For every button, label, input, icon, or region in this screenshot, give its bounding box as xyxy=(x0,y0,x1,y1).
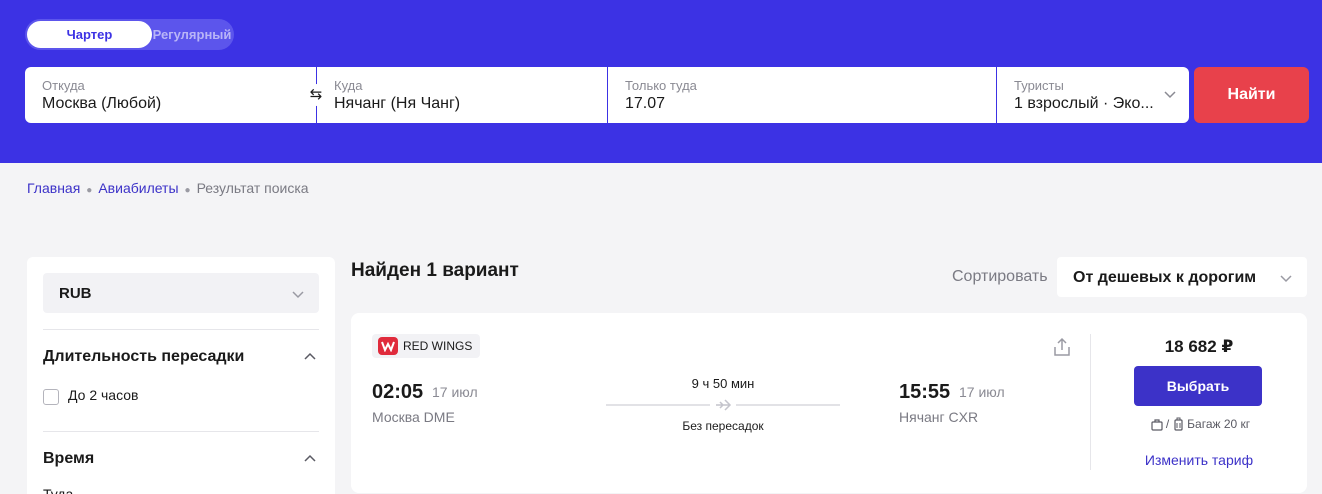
luggage-icon xyxy=(1174,417,1183,431)
swap-icon[interactable]: ⇆ xyxy=(305,84,327,106)
divider xyxy=(43,431,319,432)
time-filter-title[interactable]: Время xyxy=(43,450,94,468)
flight-type-toggle: Чартер Регулярный xyxy=(25,19,234,50)
tourists-field[interactable]: Туристы 1 взрослый · Эко... xyxy=(996,67,1189,123)
tourists-label: Туристы xyxy=(1014,78,1064,93)
flight-price: 18 682 ₽ xyxy=(1164,337,1234,356)
bag-icon xyxy=(1151,419,1163,431)
change-tariff-link[interactable]: Изменить тариф xyxy=(1091,452,1307,468)
departure-date: 17 июл xyxy=(432,384,478,400)
date-field[interactable]: Только туда 17.07 xyxy=(607,67,996,123)
sort-select[interactable]: От дешевых к дорогим xyxy=(1057,257,1307,297)
chevron-up-icon[interactable] xyxy=(303,350,317,364)
arrival-date: 17 июл xyxy=(959,384,1005,400)
currency-value: RUB xyxy=(59,285,92,302)
breadcrumb: Главная ● Авиабилеты ● Результат поиска xyxy=(27,180,309,196)
toggle-regular[interactable]: Регулярный xyxy=(152,21,232,48)
airline-logo-icon xyxy=(378,337,398,355)
breadcrumb-separator: ● xyxy=(86,185,93,196)
transfer-option-label[interactable]: До 2 часов xyxy=(68,387,138,403)
breadcrumb-current: Результат поиска xyxy=(196,180,309,196)
results-title: Найден 1 вариант xyxy=(351,260,519,281)
toggle-charter[interactable]: Чартер xyxy=(27,21,152,48)
baggage-info: / Багаж 20 кг xyxy=(1091,417,1307,431)
to-label: Куда xyxy=(334,78,363,93)
breadcrumb-home[interactable]: Главная xyxy=(27,180,80,196)
flight-duration: 9 ч 50 мин xyxy=(691,376,755,391)
stops-info: Без пересадок xyxy=(682,419,764,433)
find-button[interactable]: Найти xyxy=(1194,67,1309,123)
to-value: Нячанг (Ня Чанг) xyxy=(334,95,461,112)
airline-badge: RED WINGS xyxy=(372,334,481,358)
tourists-value: 1 взрослый · Эко... xyxy=(1014,95,1154,112)
time-sub-label: Туда xyxy=(43,486,74,494)
search-bar: Откуда Москва (Любой) ⇆ Куда Нячанг (Ня … xyxy=(25,67,1189,123)
arrival-city: Нячанг CXR xyxy=(899,409,979,425)
chevron-up-icon[interactable] xyxy=(303,452,317,466)
divider xyxy=(43,329,319,330)
from-value: Москва (Любой) xyxy=(42,95,162,112)
currency-select[interactable]: RUB xyxy=(43,273,319,313)
flight-card: RED WINGS 02:05 17 июл Москва DME 9 ч 50… xyxy=(351,313,1307,493)
departure-time: 02:05 xyxy=(372,381,424,403)
transfer-filter-title[interactable]: Длительность пересадки xyxy=(43,348,244,366)
search-header: Чартер Регулярный Откуда Москва (Любой) … xyxy=(0,0,1322,163)
transfer-checkbox[interactable] xyxy=(43,389,59,405)
breadcrumb-separator: ● xyxy=(184,185,191,196)
to-field[interactable]: Куда Нячанг (Ня Чанг) xyxy=(316,67,607,123)
airline-name: RED WINGS xyxy=(403,339,473,353)
chevron-down-icon xyxy=(1164,91,1176,99)
select-button[interactable]: Выбрать xyxy=(1134,366,1262,406)
sort-value: От дешевых к дорогим xyxy=(1073,269,1257,286)
baggage-label: Багаж 20 кг xyxy=(1187,417,1251,431)
share-icon[interactable] xyxy=(1051,336,1073,358)
filters-sidebar: RUB Длительность пересадки До 2 часов Вр… xyxy=(27,257,335,494)
chevron-down-icon xyxy=(1280,275,1292,283)
arrival-time: 15:55 xyxy=(899,381,951,403)
sort-label: Сортировать xyxy=(952,268,1048,285)
breadcrumb-tickets[interactable]: Авиабилеты xyxy=(98,180,178,196)
chevron-down-icon xyxy=(292,291,304,299)
date-value: 17.07 xyxy=(625,95,666,112)
baggage-separator: / xyxy=(1165,417,1170,431)
from-label: Откуда xyxy=(42,78,85,93)
date-label: Только туда xyxy=(625,78,697,93)
plane-icon xyxy=(606,399,840,411)
departure-city: Москва DME xyxy=(372,409,455,425)
from-field[interactable]: Откуда Москва (Любой) xyxy=(25,67,316,123)
